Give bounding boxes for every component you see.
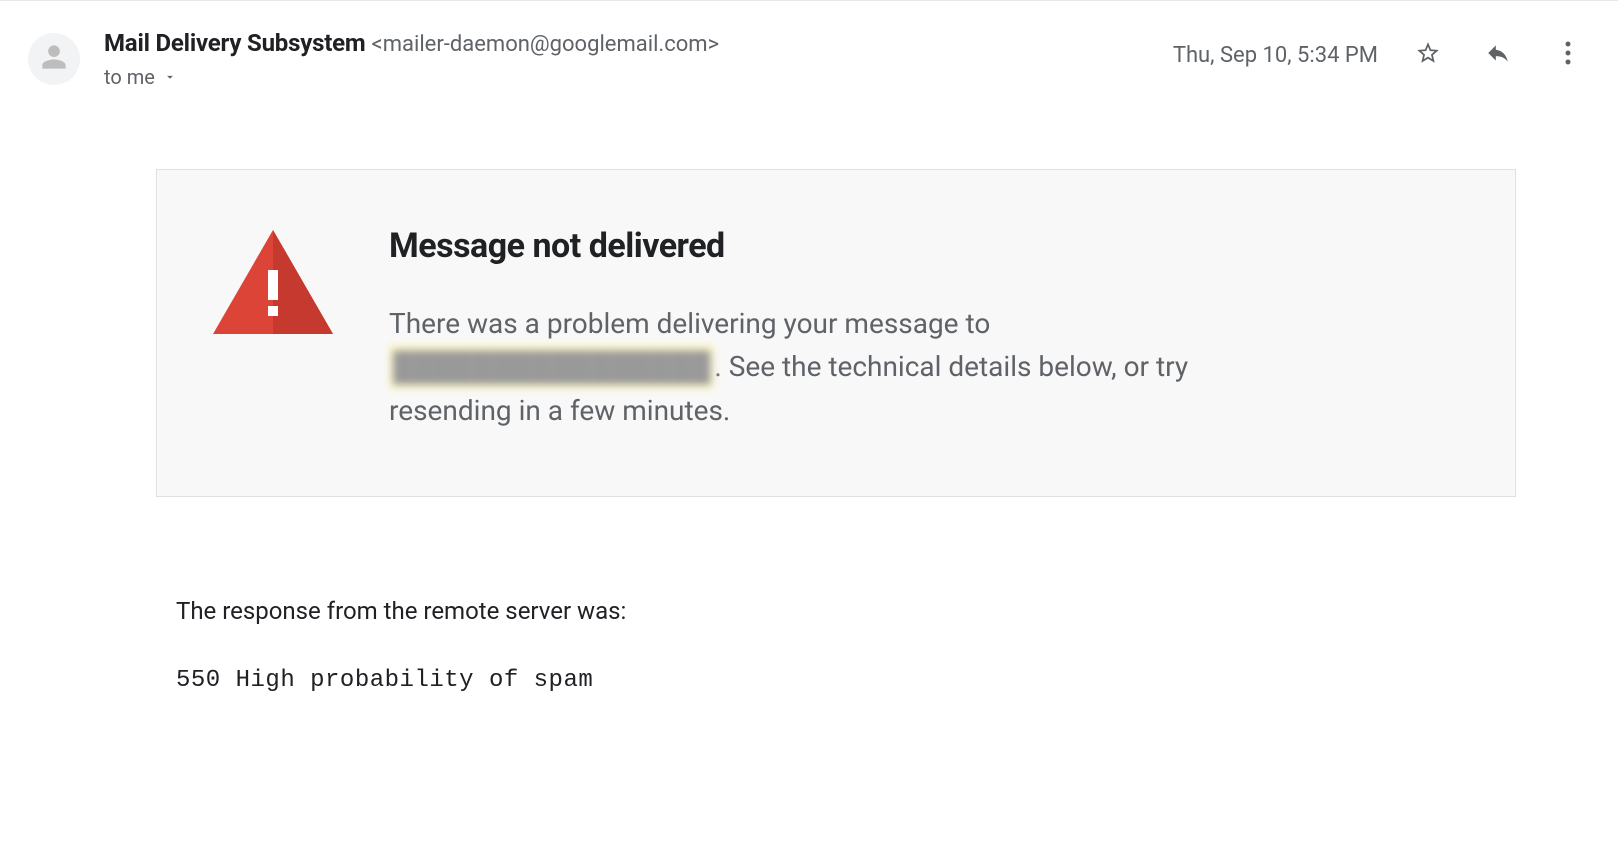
sender-avatar[interactable] bbox=[28, 33, 80, 85]
email-header: Mail Delivery Subsystem <mailer-daemon@g… bbox=[28, 29, 1598, 89]
sender-line: Mail Delivery Subsystem <mailer-daemon@g… bbox=[104, 29, 719, 57]
star-outline-icon bbox=[1415, 40, 1441, 70]
server-response-code: 550 High probability of spam bbox=[176, 667, 1558, 694]
server-response-label: The response from the remote server was: bbox=[176, 597, 1558, 625]
notice-title: Message not delivered bbox=[389, 226, 1289, 266]
email-container: Mail Delivery Subsystem <mailer-daemon@g… bbox=[0, 1, 1618, 694]
sender-block: Mail Delivery Subsystem <mailer-daemon@g… bbox=[104, 29, 719, 89]
more-vert-icon bbox=[1565, 41, 1571, 69]
more-button[interactable] bbox=[1548, 35, 1588, 75]
email-body: Message not delivered There was a proble… bbox=[156, 169, 1558, 694]
sender-email: <mailer-daemon@googlemail.com> bbox=[372, 32, 720, 57]
header-actions: Thu, Sep 10, 5:34 PM bbox=[1173, 35, 1598, 75]
delivery-failure-card: Message not delivered There was a proble… bbox=[156, 169, 1516, 497]
recipient-text: to me bbox=[104, 65, 155, 89]
timestamp: Thu, Sep 10, 5:34 PM bbox=[1173, 43, 1378, 68]
notice-desc-before: There was a problem delivering your mess… bbox=[389, 307, 990, 340]
reply-button[interactable] bbox=[1478, 35, 1518, 75]
star-button[interactable] bbox=[1408, 35, 1448, 75]
notice-text: Message not delivered There was a proble… bbox=[389, 226, 1289, 432]
person-icon bbox=[40, 43, 68, 75]
chevron-down-icon bbox=[163, 65, 177, 89]
notice-description: There was a problem delivering your mess… bbox=[389, 302, 1289, 432]
recipient-dropdown[interactable]: to me bbox=[104, 65, 719, 89]
redacted-recipient: ████████████████ bbox=[389, 345, 714, 388]
reply-icon bbox=[1485, 40, 1511, 70]
sender-name: Mail Delivery Subsystem bbox=[104, 29, 366, 57]
warning-icon bbox=[213, 230, 333, 338]
server-response-block: The response from the remote server was:… bbox=[156, 597, 1558, 694]
